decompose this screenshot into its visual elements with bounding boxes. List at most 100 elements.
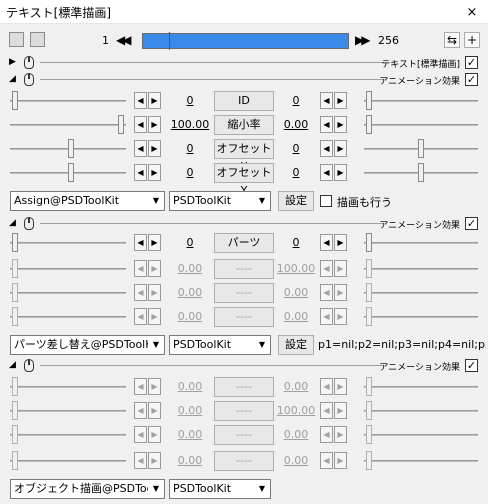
filter-enable-checkbox[interactable]: ✓: [465, 73, 478, 86]
end-value[interactable]: 0.00: [276, 286, 316, 299]
filter-header-anim2[interactable]: ◢ アニメーション効果 ✓: [0, 216, 488, 232]
param-button[interactable]: ID: [214, 91, 274, 111]
right-slider[interactable]: [364, 258, 478, 280]
right-slider[interactable]: [364, 114, 478, 136]
add-filter-button[interactable]: +: [464, 32, 480, 48]
draw-checkbox[interactable]: [320, 195, 332, 207]
group-dropdown[interactable]: PSDToolKit ▼: [169, 479, 271, 499]
start-value[interactable]: 0: [170, 94, 210, 107]
frame-icon[interactable]: [30, 32, 45, 47]
increment-arrow[interactable]: ▶: [334, 164, 347, 181]
group-dropdown[interactable]: PSDToolKit ▼: [169, 335, 271, 355]
decrement-arrow[interactable]: ◀: [134, 164, 147, 181]
increment-arrow[interactable]: ▶: [148, 284, 161, 301]
param-button[interactable]: ----: [214, 307, 274, 327]
timeline-cursor[interactable]: [169, 32, 170, 50]
start-value[interactable]: 0.00: [170, 262, 210, 275]
param-button[interactable]: 縮小率: [214, 115, 274, 135]
increment-arrow[interactable]: ▶: [148, 140, 161, 157]
start-value[interactable]: 0: [170, 236, 210, 249]
start-value[interactable]: 0.00: [170, 310, 210, 323]
right-slider[interactable]: [364, 162, 478, 184]
start-value[interactable]: 0: [170, 166, 210, 179]
left-slider[interactable]: [10, 400, 126, 422]
prev-frame-button[interactable]: ◀◀: [116, 33, 132, 47]
decrement-arrow[interactable]: ◀: [320, 140, 333, 157]
left-slider[interactable]: [10, 162, 126, 184]
camera-icon[interactable]: [9, 32, 24, 47]
param-button[interactable]: ----: [214, 377, 274, 397]
expand-icon[interactable]: ▶: [9, 57, 16, 67]
increment-arrow[interactable]: ▶: [334, 284, 347, 301]
increment-arrow[interactable]: ▶: [148, 260, 161, 277]
left-slider[interactable]: [10, 376, 126, 398]
right-slider[interactable]: [364, 90, 478, 112]
decrement-arrow[interactable]: ◀: [320, 234, 333, 251]
left-slider[interactable]: [10, 258, 126, 280]
decrement-arrow[interactable]: ◀: [320, 284, 333, 301]
decrement-arrow[interactable]: ◀: [320, 426, 333, 443]
settings-button[interactable]: 設定: [278, 191, 314, 211]
decrement-arrow[interactable]: ◀: [134, 426, 147, 443]
increment-arrow[interactable]: ▶: [148, 378, 161, 395]
filter-header-anim3[interactable]: ◢ アニメーション効果 ✓: [0, 358, 488, 374]
param-button[interactable]: オフセットX: [214, 139, 274, 173]
collapse-icon[interactable]: ◢: [9, 360, 16, 370]
left-slider[interactable]: [10, 306, 126, 328]
filter-enable-checkbox[interactable]: ✓: [465, 56, 478, 69]
decrement-arrow[interactable]: ◀: [134, 92, 147, 109]
left-slider[interactable]: [10, 282, 126, 304]
right-slider[interactable]: [364, 138, 478, 160]
end-value[interactable]: 100.00: [276, 262, 316, 275]
increment-arrow[interactable]: ▶: [148, 402, 161, 419]
start-value[interactable]: 0.00: [170, 404, 210, 417]
decrement-arrow[interactable]: ◀: [134, 402, 147, 419]
param-button[interactable]: ----: [214, 451, 274, 471]
decrement-arrow[interactable]: ◀: [320, 116, 333, 133]
next-frame-button[interactable]: ▶▶: [355, 33, 371, 47]
param-button[interactable]: ----: [214, 259, 274, 279]
decrement-arrow[interactable]: ◀: [134, 260, 147, 277]
start-value[interactable]: 0.00: [170, 286, 210, 299]
end-value[interactable]: 0: [276, 236, 316, 249]
param-button[interactable]: ----: [214, 283, 274, 303]
left-slider[interactable]: [10, 90, 126, 112]
group-dropdown[interactable]: PSDToolKit ▼: [169, 191, 271, 211]
increment-arrow[interactable]: ▶: [334, 116, 347, 133]
toggle-icon[interactable]: ⇆: [444, 32, 460, 48]
decrement-arrow[interactable]: ◀: [320, 452, 333, 469]
decrement-arrow[interactable]: ◀: [134, 452, 147, 469]
start-value[interactable]: 0.00: [170, 454, 210, 467]
decrement-arrow[interactable]: ◀: [320, 402, 333, 419]
increment-arrow[interactable]: ▶: [148, 116, 161, 133]
decrement-arrow[interactable]: ◀: [134, 140, 147, 157]
end-value[interactable]: 0.00: [276, 454, 316, 467]
increment-arrow[interactable]: ▶: [148, 164, 161, 181]
decrement-arrow[interactable]: ◀: [320, 92, 333, 109]
filter-enable-checkbox[interactable]: ✓: [465, 359, 478, 372]
start-value[interactable]: 0: [170, 142, 210, 155]
right-slider[interactable]: [364, 306, 478, 328]
collapse-icon[interactable]: ◢: [9, 218, 16, 228]
increment-arrow[interactable]: ▶: [334, 426, 347, 443]
script-dropdown[interactable]: パーツ差し替え@PSDToolKi ▼: [10, 335, 165, 355]
end-value[interactable]: 0: [276, 166, 316, 179]
end-value[interactable]: 0.00: [276, 310, 316, 323]
end-value[interactable]: 0: [276, 142, 316, 155]
collapse-icon[interactable]: ◢: [9, 74, 16, 84]
decrement-arrow[interactable]: ◀: [134, 378, 147, 395]
param-button[interactable]: ----: [214, 401, 274, 421]
decrement-arrow[interactable]: ◀: [134, 234, 147, 251]
param-button[interactable]: パーツ: [214, 233, 274, 253]
right-slider[interactable]: [364, 376, 478, 398]
increment-arrow[interactable]: ▶: [148, 92, 161, 109]
left-slider[interactable]: [10, 450, 126, 472]
filter-header-anim1[interactable]: ◢ アニメーション効果 ✓: [0, 72, 488, 88]
increment-arrow[interactable]: ▶: [334, 378, 347, 395]
increment-arrow[interactable]: ▶: [334, 260, 347, 277]
decrement-arrow[interactable]: ◀: [134, 284, 147, 301]
increment-arrow[interactable]: ▶: [334, 234, 347, 251]
script-dropdown[interactable]: オブジェクト描画@PSDToolI ▼: [10, 479, 165, 499]
param-button[interactable]: オフセットY: [214, 163, 274, 197]
increment-arrow[interactable]: ▶: [334, 308, 347, 325]
